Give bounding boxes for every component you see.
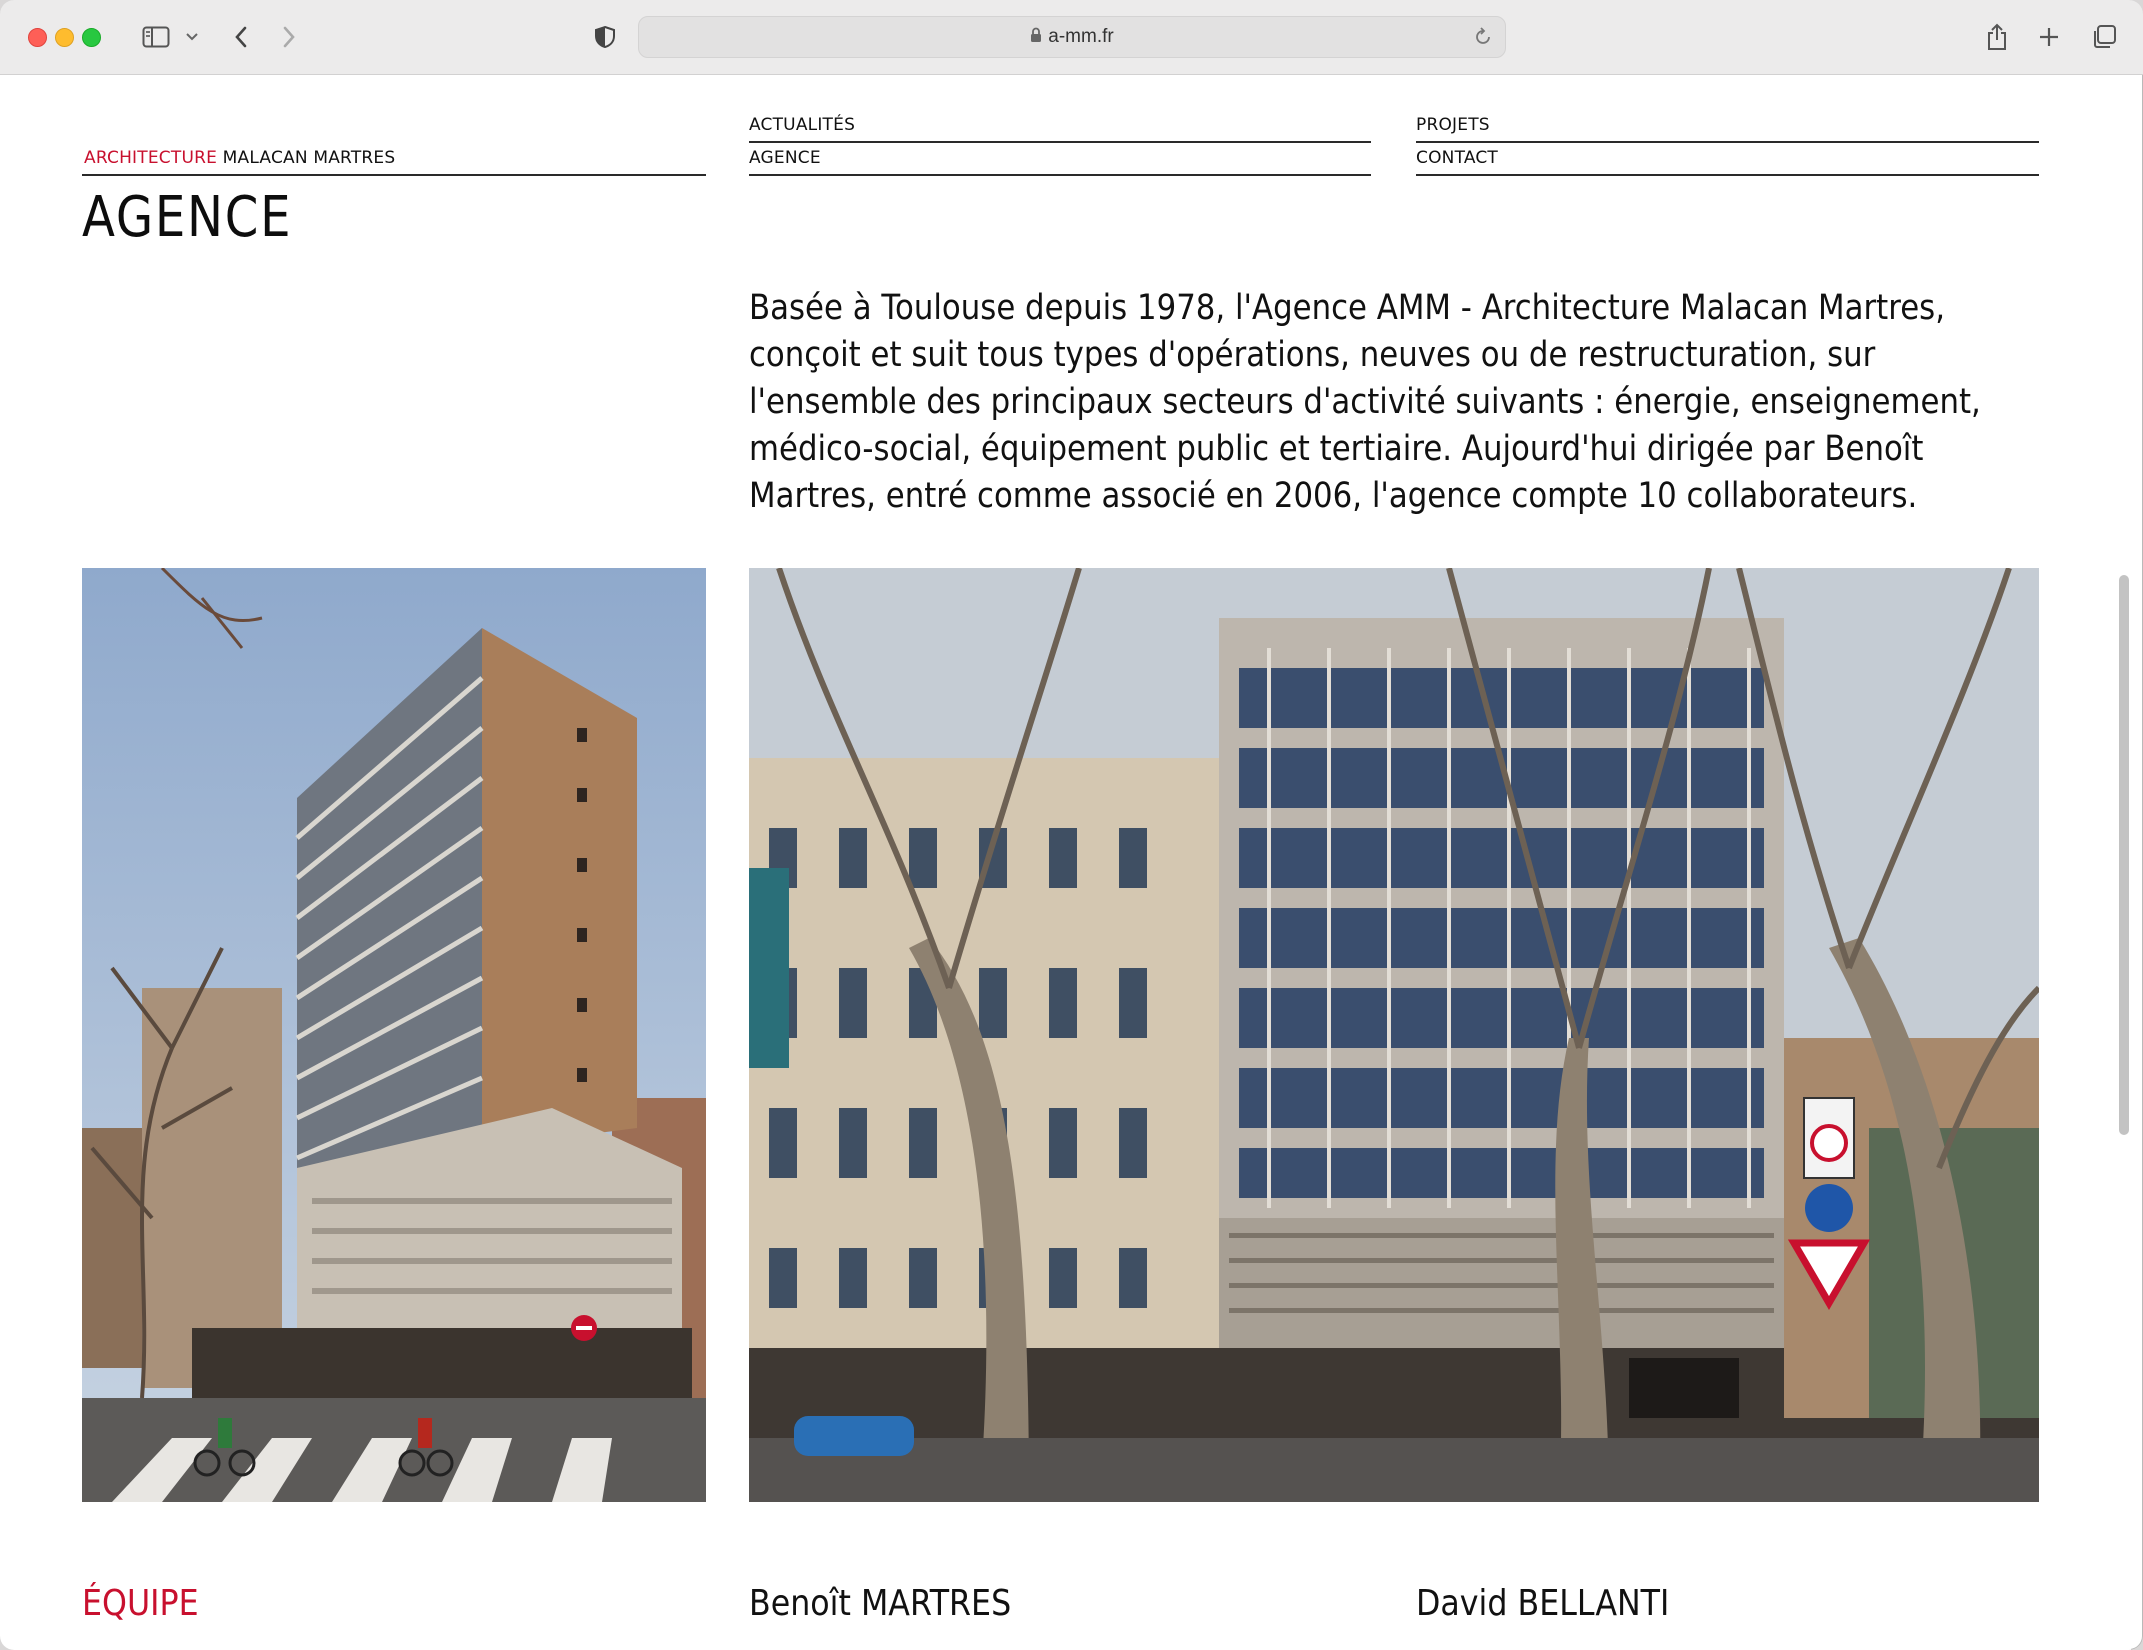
nav-rule <box>1416 174 2039 176</box>
page-scrollbar[interactable] <box>2119 575 2129 1135</box>
lock-icon <box>1030 27 1042 47</box>
zoom-window-button[interactable] <box>82 28 101 47</box>
forward-arrow-icon[interactable] <box>274 20 304 54</box>
brand-first-word: ARCHITECTURE <box>84 148 218 168</box>
reload-icon[interactable] <box>1473 25 1493 51</box>
browser-window: a-mm.fr ARCHITECTURE MALACAN MARTRES ACT… <box>0 0 2143 1650</box>
brand-rest: MALACAN MARTRES <box>222 148 396 168</box>
web-page: ARCHITECTURE MALACAN MARTRES ACTUALITÉS … <box>0 75 2131 1650</box>
sidebar-icon[interactable] <box>136 20 176 54</box>
address-bar[interactable]: a-mm.fr <box>638 16 1506 58</box>
tab-overview-icon[interactable] <box>2084 20 2124 54</box>
nav-link-contact[interactable]: CONTACT <box>1416 148 1498 168</box>
brand-rule <box>82 174 706 176</box>
share-icon[interactable] <box>1980 20 2014 54</box>
nav-link-actualites[interactable]: ACTUALITÉS <box>749 115 855 135</box>
nav-rule <box>749 174 1371 176</box>
team-section-label: ÉQUIPE <box>82 1583 199 1624</box>
team-member-name[interactable]: David BELLANTI <box>1416 1583 1669 1624</box>
back-arrow-icon[interactable] <box>226 20 256 54</box>
building-photo-right <box>749 568 2039 1502</box>
url-text: a-mm.fr <box>1048 26 1114 47</box>
privacy-shield-icon[interactable] <box>588 20 622 54</box>
nav-link-projets[interactable]: PROJETS <box>1416 115 1490 135</box>
building-photo-left <box>82 568 706 1502</box>
nav-rule <box>1416 141 2039 143</box>
close-window-button[interactable] <box>28 28 47 47</box>
minimize-window-button[interactable] <box>55 28 74 47</box>
new-tab-icon[interactable] <box>2032 20 2066 54</box>
team-member-name[interactable]: Benoît MARTRES <box>749 1583 1011 1624</box>
browser-toolbar: a-mm.fr <box>0 0 2143 75</box>
brand-logo-link[interactable]: ARCHITECTURE MALACAN MARTRES <box>84 148 395 168</box>
intro-paragraph: Basée à Toulouse depuis 1978, l'Agence A… <box>749 288 1981 516</box>
nav-rule <box>749 141 1371 143</box>
chevron-down-icon[interactable] <box>180 20 204 54</box>
page-title: AGENCE <box>82 185 293 250</box>
nav-link-agence[interactable]: AGENCE <box>749 148 821 168</box>
